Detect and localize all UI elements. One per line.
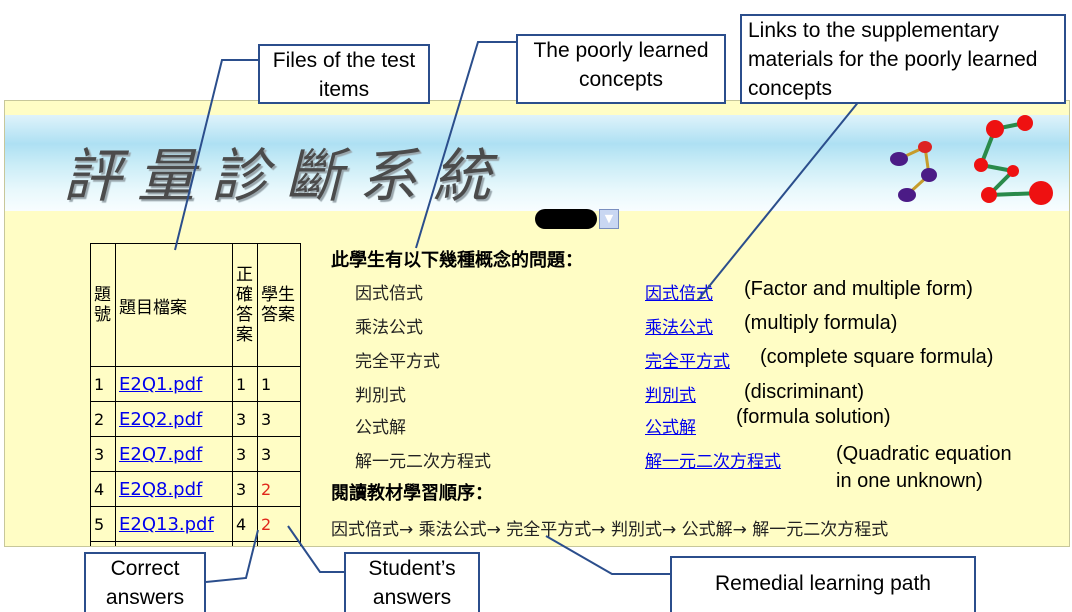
table-row-cut-off (90, 541, 301, 546)
table-row: 3 E2Q7.pdf 3 3 (90, 436, 301, 472)
translation-label: (Factor and multiple form) (744, 278, 973, 300)
item-file-link[interactable]: E2Q1.pdf (119, 374, 202, 395)
student-answer: 3 (257, 436, 301, 472)
student-select[interactable]: ▼ (535, 209, 619, 229)
redacted-student-name (535, 209, 597, 229)
table-row: 1 E2Q1.pdf 1 1 (90, 366, 301, 402)
item-file-link[interactable]: E2Q7.pdf (119, 444, 202, 465)
concept-link[interactable]: 公式解 (645, 413, 696, 438)
concept-problem-heading: 此學生有以下幾種概念的問題： (331, 250, 583, 271)
table-row: 2 E2Q2.pdf 3 3 (90, 401, 301, 437)
concept-item: 因式倍式 (355, 284, 423, 304)
callout-remedial-path: Remedial learning path (670, 556, 976, 612)
header-student-answer: 學生答案 (257, 243, 301, 367)
molecule-logo-icon (890, 115, 1053, 205)
correct-answer: 3 (232, 471, 258, 507)
concept-item: 完全平方式 (355, 352, 440, 372)
item-file-link[interactable]: E2Q13.pdf (119, 514, 214, 535)
concept-link[interactable]: 判別式 (645, 381, 696, 406)
learning-order-path: 因式倍式→ 乘法公式→ 完全平方式→ 判別式→ 公式解→ 解一元二次方程式 (331, 520, 889, 540)
callout-test-item-files: Files of the test items (258, 44, 430, 104)
concept-link[interactable]: 完全平方式 (645, 347, 730, 372)
banner-title: 評量診斷系統 (63, 142, 508, 210)
chevron-down-icon[interactable]: ▼ (599, 209, 619, 229)
concept-item: 乘法公式 (355, 318, 423, 338)
student-answer: 3 (257, 401, 301, 437)
system-banner: 評量診斷系統 (5, 115, 1069, 211)
item-number: 2 (90, 401, 116, 437)
table-row: 5 E2Q13.pdf 4 2 (90, 506, 301, 542)
translation-label: (Quadratic equation (836, 443, 1012, 465)
student-answer: 1 (257, 366, 301, 402)
translation-label: (complete square formula) (760, 346, 994, 368)
concept-item: 判別式 (355, 386, 406, 406)
callout-supplementary-links: Links to the supplementary materials for… (740, 14, 1066, 104)
callout-student-answers: Student’s answers (344, 552, 480, 612)
translation-label: (multiply formula) (744, 312, 898, 334)
item-file-link[interactable]: E2Q8.pdf (119, 479, 202, 500)
item-number: 5 (90, 506, 116, 542)
callout-correct-answers: Correct answers (84, 552, 206, 612)
correct-answer: 4 (232, 506, 258, 542)
item-number: 3 (90, 436, 116, 472)
learning-order-heading: 閱讀教材學習順序： (331, 483, 493, 504)
correct-answer: 1 (232, 366, 258, 402)
translation-label: in one unknown) (836, 470, 983, 492)
concept-item: 公式解 (355, 418, 406, 438)
correct-answer: 3 (232, 436, 258, 472)
test-items-table: 題號 題目檔案 正確答案 學生答案 1 E2Q1.pdf 1 1 2 E2Q2.… (90, 243, 301, 546)
item-number: 1 (90, 366, 116, 402)
header-item-number: 題號 (90, 243, 116, 367)
header-item-file: 題目檔案 (115, 243, 233, 367)
translation-label: (discriminant) (744, 381, 865, 403)
table-row: 4 E2Q8.pdf 3 2 (90, 471, 301, 507)
item-number: 4 (90, 471, 116, 507)
concept-item: 解一元二次方程式 (355, 452, 491, 472)
concept-link[interactable]: 乘法公式 (645, 313, 713, 338)
correct-answer: 3 (232, 401, 258, 437)
header-correct-answer: 正確答案 (232, 243, 258, 367)
translation-label: (formula solution) (736, 406, 891, 428)
student-answer-wrong: 2 (257, 506, 301, 542)
student-answer-wrong: 2 (257, 471, 301, 507)
concept-link[interactable]: 解一元二次方程式 (645, 447, 781, 472)
callout-poor-concepts: The poorly learned concepts (516, 34, 726, 104)
concept-link[interactable]: 因式倍式 (645, 279, 713, 304)
item-file-link[interactable]: E2Q2.pdf (119, 409, 202, 430)
